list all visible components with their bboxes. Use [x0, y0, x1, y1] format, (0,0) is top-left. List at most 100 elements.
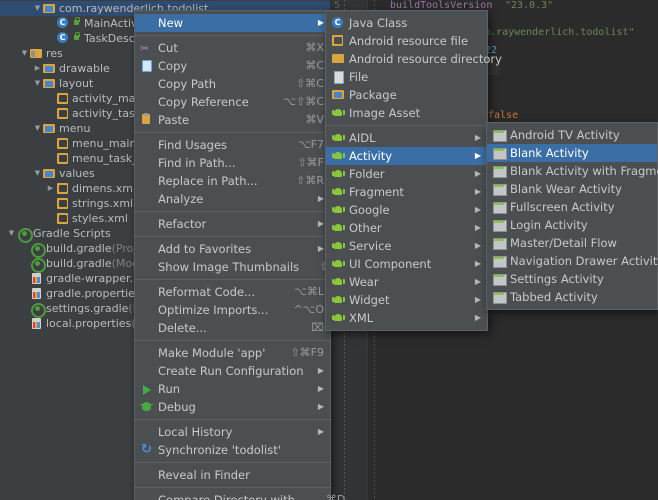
tmpl-icon: [491, 272, 507, 286]
activity-menu-item-blank-wear-activity[interactable]: Blank Wear Activity: [487, 180, 657, 198]
new-menu-item-image-asset[interactable]: Image Asset: [326, 104, 487, 122]
new-menu-item-fragment[interactable]: Fragment ▶: [326, 183, 487, 201]
context-menu-item-refactor[interactable]: Refactor ▶: [135, 215, 330, 233]
tree-row[interactable]: ▼ layout: [32, 76, 94, 91]
menu-item-label: Master/Detail Flow: [510, 236, 617, 250]
blank-icon: [139, 468, 155, 482]
activity-menu-item-master-detail-flow[interactable]: Master/Detail Flow: [487, 234, 657, 252]
menu-item-label: Compare Directory with...: [158, 493, 306, 500]
context-menu-item-make-module-app[interactable]: Make Module 'app' ⇧⌘F9: [135, 344, 330, 362]
menu-item-label: Google: [349, 203, 390, 217]
new-menu-item-ui-component[interactable]: UI Component ▶: [326, 255, 487, 273]
new-menu-item-service[interactable]: Service ▶: [326, 237, 487, 255]
activity-menu-item-android-tv-activity[interactable]: Android TV Activity: [487, 126, 657, 144]
new-menu-item-widget[interactable]: Widget ▶: [326, 291, 487, 309]
chevron-down-icon[interactable]: ▼: [6, 226, 17, 241]
context-menu-item-add-to-favorites[interactable]: Add to Favorites ▶: [135, 240, 330, 258]
menu-item-shortcut: ⇧⌘C: [296, 77, 324, 90]
new-menu-item-android-resource-file[interactable]: Android resource file: [326, 32, 487, 50]
android-icon: [330, 167, 346, 181]
android-icon: [330, 311, 346, 325]
activity-menu-item-blank-activity[interactable]: Blank Activity: [487, 144, 657, 162]
context-menu-item-find-in-path[interactable]: Find in Path... ⇧⌘F: [135, 154, 330, 172]
context-menu-item-copy-reference[interactable]: Copy Reference ⌥⇧⌘C: [135, 93, 330, 111]
context-menu-item-copy-path[interactable]: Copy Path ⇧⌘C: [135, 75, 330, 93]
context-menu-item-show-image-thumbnails[interactable]: Show Image Thumbnails⇧⌘T: [135, 258, 346, 276]
chevron-down-icon[interactable]: ▼: [32, 166, 43, 181]
blank-icon: [139, 138, 155, 152]
tree-item-label: build.gradle: [46, 257, 112, 270]
context-menu-item-delete[interactable]: Delete... ⌧: [135, 319, 330, 337]
tmpl-icon: [491, 128, 507, 142]
menu-item-shortcut: ⌘X: [305, 41, 324, 54]
context-menu-item-run[interactable]: Run ▶: [135, 380, 330, 398]
activity-menu-item-tabbed-activity[interactable]: Tabbed Activity: [487, 288, 657, 306]
menu-item-shortcut: ⇧⌘R: [296, 174, 324, 187]
gradle-icon: [30, 242, 46, 258]
context-menu-item-paste[interactable]: Paste ⌘V: [135, 111, 330, 129]
context-menu-item-reformat-code[interactable]: Reformat Code... ⌥⌘L: [135, 283, 330, 301]
tree-item-label: settings.gradle: [46, 302, 129, 315]
activity-menu-item-blank-activity-with-fragment[interactable]: Blank Activity with Fragment: [487, 162, 658, 180]
new-menu-item-folder[interactable]: Folder ▶: [326, 165, 487, 183]
activity-menu-item-settings-activity[interactable]: Settings Activity: [487, 270, 657, 288]
chevron-down-icon[interactable]: ▼: [32, 121, 43, 136]
context-menu-item-compare-directory-with[interactable]: Compare Directory with... ⌘D: [135, 491, 345, 500]
menu-item-label: Fragment: [349, 185, 404, 199]
tmpl-icon: [491, 218, 507, 232]
new-menu-item-other[interactable]: Other ▶: [326, 219, 487, 237]
chevron-right-icon[interactable]: ▶: [45, 181, 56, 196]
tmpl-icon: [491, 146, 507, 160]
context-menu-item-synchronize-todolist[interactable]: Synchronize 'todolist': [135, 441, 330, 459]
new-menu-item-xml[interactable]: XML ▶: [326, 309, 487, 327]
tree-row[interactable]: ▼ menu: [32, 121, 91, 136]
submenu-arrow-icon: ▶: [474, 277, 481, 286]
context-menu-item-cut[interactable]: Cut ⌘X: [135, 39, 330, 58]
android-icon: [330, 185, 346, 199]
activity-submenu[interactable]: Android TV Activity Blank Activity Blank A…: [486, 122, 658, 310]
tree-row[interactable]: ▶ drawable: [32, 61, 110, 76]
activity-menu-item-navigation-drawer-activity[interactable]: Navigation Drawer Activity: [487, 252, 658, 270]
chevron-right-icon[interactable]: ▶: [32, 61, 43, 76]
context-menu-item-debug[interactable]: Debug ▶: [135, 398, 330, 416]
new-menu-item-java-class[interactable]: Java Class: [326, 14, 487, 32]
blank-icon: [139, 174, 155, 188]
tree-row[interactable]: strings.xml: [45, 196, 133, 211]
context-menu-item-new[interactable]: New ▶: [135, 14, 330, 32]
context-menu-item-create-run-configuration[interactable]: Create Run Configuration ▶: [135, 362, 330, 380]
context-menu-item-replace-in-path[interactable]: Replace in Path... ⇧⌘R: [135, 172, 330, 190]
menu-item-label: Reveal in Finder: [158, 468, 250, 482]
chevron-down-icon[interactable]: ▼: [32, 1, 43, 16]
new-menu-item-android-resource-directory[interactable]: Android resource directory: [326, 50, 502, 68]
new-menu-item-package[interactable]: Package: [326, 86, 487, 104]
context-menu-item-find-usages[interactable]: Find Usages ⌥F7: [135, 136, 330, 154]
menu-item-label: Make Module 'app': [158, 346, 266, 360]
tree-row[interactable]: styles.xml: [45, 211, 128, 226]
android-icon: [330, 149, 346, 163]
new-menu-item-activity[interactable]: Activity ▶: [326, 147, 487, 165]
menu-item-label: Blank Activity: [510, 146, 589, 160]
context-menu-item-optimize-imports[interactable]: Optimize Imports... ^⌥O: [135, 301, 330, 319]
menu-item-label: File: [349, 70, 369, 84]
new-menu-item-aidl[interactable]: AIDL ▶: [326, 129, 487, 147]
context-menu-item-local-history[interactable]: Local History ▶: [135, 423, 330, 441]
activity-menu-item-login-activity[interactable]: Login Activity: [487, 216, 657, 234]
tree-row[interactable]: ▼ Gradle Scripts: [6, 226, 111, 243]
chevron-down-icon[interactable]: ▼: [19, 46, 30, 61]
context-menu-item-copy[interactable]: Copy ⌘C: [135, 57, 330, 75]
menu-item-label: AIDL: [349, 131, 376, 145]
activity-menu-item-fullscreen-activity[interactable]: Fullscreen Activity: [487, 198, 657, 216]
menu-item-label: Tabbed Activity: [510, 290, 598, 304]
new-menu-item-file[interactable]: File: [326, 68, 487, 86]
menu-item-label: Blank Activity with Fragment: [510, 164, 658, 178]
new-submenu[interactable]: Java Class Android resource file Android r…: [325, 10, 502, 331]
context-menu-item-reveal-in-finder[interactable]: Reveal in Finder: [135, 466, 330, 484]
context-menu[interactable]: New ▶ Cut ⌘X Copy ⌘C Copy Path ⇧⌘C Copy Referenc…: [134, 10, 346, 500]
new-menu-item-google[interactable]: Google ▶: [326, 201, 487, 219]
new-menu-item-wear[interactable]: Wear ▶: [326, 273, 487, 291]
menu-item-label: XML: [349, 311, 374, 325]
tree-row[interactable]: ▼ values: [32, 166, 95, 181]
tree-row[interactable]: ▼ res: [19, 46, 63, 61]
context-menu-item-analyze[interactable]: Analyze ▶: [135, 190, 330, 208]
chevron-down-icon[interactable]: ▼: [32, 76, 43, 91]
